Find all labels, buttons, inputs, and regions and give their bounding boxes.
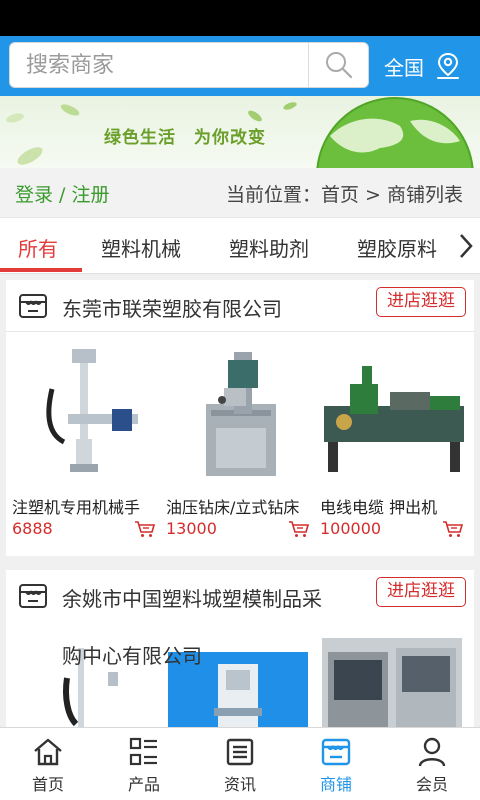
region-label: 全国 (384, 55, 424, 80)
nav-shops-label: 商铺 (319, 775, 352, 794)
nav-member[interactable]: 会员 (384, 728, 480, 800)
shop-card: 余姚市中国塑料城塑模制品采 进店逛逛 购中心有限公司 (6, 570, 474, 727)
tab-plastic-additives[interactable]: 塑料助剂 (229, 233, 309, 262)
nav-news-label: 资讯 (223, 775, 256, 794)
location-pin-icon (437, 52, 459, 79)
shop-card-header: 东莞市联荣塑胶有限公司 进店逛逛 (6, 280, 474, 332)
product-image[interactable] (166, 344, 314, 484)
active-tab-indicator (0, 268, 82, 272)
info-bar: 登录 / 注册 当前位置：首页 > 商铺列表 (0, 168, 480, 218)
product-name: 油压钻床/立式钻床 (166, 498, 300, 517)
promo-banner[interactable]: 绿色生活 为你改变 (0, 96, 480, 168)
product-image[interactable] (322, 638, 462, 727)
shop-icon (19, 294, 47, 318)
search-input[interactable] (10, 43, 308, 87)
scroll-tabs-right-button[interactable] (452, 226, 480, 266)
user-icon (418, 737, 446, 767)
category-tabs: 所有 塑料机械 塑料助剂 塑胶原料 (0, 218, 480, 274)
cart-icon[interactable] (288, 520, 310, 538)
header: 全国 (0, 36, 480, 96)
product-image[interactable] (320, 344, 468, 484)
banner-slogan: 绿色生活 为你改变 (104, 128, 266, 148)
shop-card: 东莞市联荣塑胶有限公司 进店逛逛 注塑机专用机械手 6888 油压钻床/立式钻床… (6, 280, 474, 556)
region-selector[interactable]: 全国 (384, 48, 462, 84)
nav-member-label: 会员 (415, 775, 448, 794)
visit-shop-button[interactable]: 进店逛逛 (376, 577, 466, 607)
shop-name-line1[interactable]: 余姚市中国塑料城塑模制品采 (62, 583, 322, 612)
search-icon (326, 52, 353, 79)
nav-products-label: 产品 (127, 775, 160, 794)
product-price: 100000 (320, 519, 382, 538)
news-icon (226, 738, 254, 766)
status-bar (0, 0, 480, 36)
shop-icon (19, 584, 47, 608)
shop-icon (321, 738, 351, 766)
product-price: 13000 (166, 519, 217, 538)
shop-name[interactable]: 东莞市联荣塑胶有限公司 (62, 293, 282, 322)
visit-shop-button[interactable]: 进店逛逛 (376, 287, 466, 317)
shop-card-header: 余姚市中国塑料城塑模制品采 进店逛逛 (6, 570, 474, 622)
tab-plastic-raw-materials[interactable]: 塑胶原料 (357, 233, 437, 262)
nav-home-label: 首页 (31, 775, 64, 794)
shop-name-line2: 购中心有限公司 (62, 644, 202, 668)
product-name: 电线电缆 押出机 (320, 498, 438, 517)
nav-news[interactable]: 资讯 (192, 728, 288, 800)
nav-home[interactable]: 首页 (0, 728, 96, 800)
tab-all[interactable]: 所有 (18, 233, 58, 262)
home-icon (34, 738, 62, 766)
cart-icon[interactable] (442, 520, 464, 538)
tab-plastic-machinery[interactable]: 塑料机械 (101, 233, 181, 262)
nav-shops[interactable]: 商铺 (288, 728, 384, 800)
cart-icon[interactable] (134, 520, 156, 538)
grid-list-icon (129, 737, 157, 766)
search-button[interactable] (309, 43, 368, 87)
bottom-navigation: 首页 产品 资讯 商铺 会员 (0, 727, 480, 800)
product-image[interactable] (12, 344, 160, 484)
product-name: 注塑机专用机械手 (12, 498, 141, 517)
chevron-right-icon (460, 234, 473, 258)
breadcrumb: 当前位置：首页 > 商铺列表 (226, 184, 463, 206)
product-price: 6888 (12, 519, 53, 538)
search-box (9, 42, 369, 88)
login-register-link[interactable]: 登录 / 注册 (15, 180, 109, 207)
nav-products[interactable]: 产品 (96, 728, 192, 800)
